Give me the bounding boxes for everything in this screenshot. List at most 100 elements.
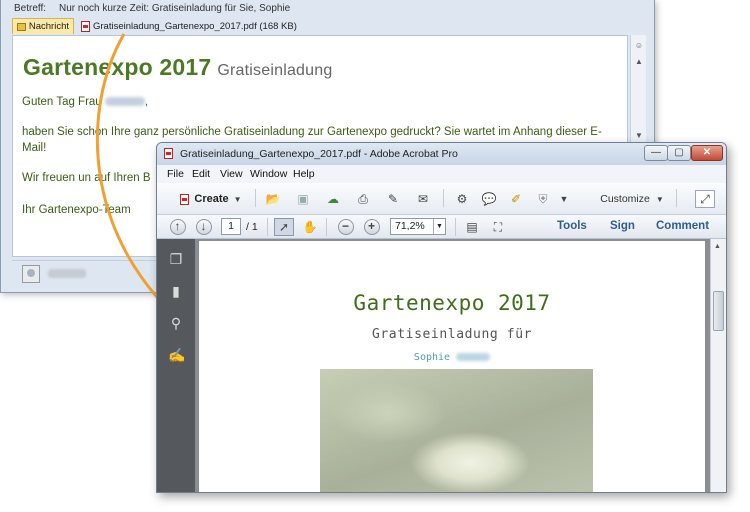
document-subtitle: Gratiseinladung für [371,327,533,342]
zoom-select[interactable]: 71,2% ▼ [390,218,446,235]
create-button[interactable]: Create ▼ [169,190,253,208]
customize-label: Customize [600,193,650,205]
chevron-down-icon: ▼ [233,194,242,204]
fullscreen-expand-icon[interactable]: ⤢ [695,190,715,208]
subject-label: Betreff: [14,3,47,14]
paperclip-icon[interactable]: ⚲ [168,315,184,331]
scroll-down-icon[interactable]: ▼ [634,131,644,141]
menu-view[interactable]: View [220,168,243,180]
document-scrollbar[interactable]: ▲ [710,239,726,492]
chevron-down-icon[interactable]: ▼ [433,219,445,234]
toolbar-separator [676,189,677,207]
hydrangea-photo [320,369,593,492]
avatar[interactable] [22,265,40,283]
menu-help[interactable]: Help [293,168,315,180]
toolbar-separator [455,218,456,236]
paragraph-2-start: Wir freuen un [22,172,92,184]
fit-width-icon[interactable]: ⛶ [488,218,508,236]
toolbar-separator [443,189,444,207]
scrollbar-thumb[interactable] [713,291,724,331]
zoom-out-button[interactable]: − [337,218,354,235]
tab-comment[interactable]: Comment [656,220,709,232]
main-toolbar: Create ▼ 📂 ▣ ☁ ⎙ ✎ ✉ ⚙ 💬 ✐ ⛨ ▼ Customize… [157,183,726,215]
navigation-pane: ❐ ▮ ⚲ ✍ [157,239,195,492]
heading-title: Gartenexpo 2017 [23,54,212,80]
page-total: / 1 [246,221,258,233]
fit-page-icon[interactable]: ▤ [462,218,482,236]
acrobat-window: Gratiseinladung_Gartenexpo_2017.pdf - Ad… [156,142,727,493]
page-number-input[interactable]: 1 [221,218,241,235]
envelope-icon [17,22,26,31]
smiley-icon[interactable]: ☺ [634,41,644,51]
open-folder-icon[interactable]: 📂 [263,190,283,208]
page-thumbnails-icon[interactable]: ❐ [168,251,184,267]
edit-document-icon[interactable]: ✎ [383,190,403,208]
redacted-recipient-surname [456,353,491,361]
maximize-button[interactable]: ▢ [667,145,691,161]
tab-tools[interactable]: Tools [557,220,587,232]
acrobat-title: Gratiseinladung_Gartenexpo_2017.pdf - Ad… [180,148,458,160]
minus-icon: − [337,218,354,235]
create-label: Create [194,193,229,205]
pdf-file-icon [81,20,90,32]
hand-tool-icon[interactable]: ✋ [300,218,320,236]
gear-icon[interactable]: ⚙ [453,190,471,208]
subject-row: Betreff: Nur noch kurze Zeit: Gratiseinl… [1,0,654,17]
signature-icon[interactable]: ✍ [168,347,185,363]
sign-pen-icon[interactable]: ✐ [507,190,525,208]
greeting-line: Guten Tag Frau , [22,94,612,110]
toolbar-separator [267,218,268,236]
greeting-text: Guten Tag Frau [22,96,102,108]
subject-value: Nur noch kurze Zeit: Gratiseinladung für… [59,3,291,14]
tab-message[interactable]: Nachricht [12,18,74,34]
attachment-name: Gratiseinladung_Gartenexpo_2017.pdf (168… [93,20,297,32]
bookmark-icon[interactable]: ▮ [168,283,184,299]
navigation-toolbar: ↑ ↓ 1 / 1 ➚ ✋ − + 71,2% ▼ ▤ ⛶ Tools Sign… [157,215,726,239]
recipient-first-name: Sophie [413,352,451,363]
protect-icon[interactable]: ⛨ [534,190,552,208]
close-button[interactable]: ✕ [691,145,723,161]
next-page-button[interactable]: ↓ [195,218,212,235]
redacted-surname [104,97,145,107]
menu-file[interactable]: File [167,168,184,180]
arrow-down-icon: ↓ [195,218,212,235]
attachment-pdf[interactable]: Gratiseinladung_Gartenexpo_2017.pdf (168… [77,18,301,34]
heading-subtitle: Gratiseinladung [217,62,333,79]
customize-button[interactable]: Customize ▼ [597,190,667,208]
previous-page-button[interactable]: ↑ [169,218,186,235]
tab-message-label: Nachricht [28,21,69,32]
zoom-in-button[interactable]: + [363,218,380,235]
document-area: Gartenexpo 2017 Gratiseinladung für Soph… [195,239,710,492]
print-icon[interactable]: ⎙ [353,190,373,208]
menu-edit[interactable]: Edit [192,168,210,180]
menubar: File Edit View Window Help [157,165,726,183]
acrobat-titlebar[interactable]: Gratiseinladung_Gartenexpo_2017.pdf - Ad… [157,143,726,165]
menu-window[interactable]: Window [250,168,287,180]
minimize-button[interactable]: — [644,145,668,161]
save-icon[interactable]: ▣ [293,190,313,208]
toolbar-separator [255,189,256,207]
message-heading: Gartenexpo 2017 Gratiseinladung [23,54,332,81]
comment-bubble-icon[interactable]: 💬 [480,190,498,208]
scroll-up-icon[interactable]: ▲ [634,57,644,67]
paragraph-2-end: auf Ihren B [94,172,151,184]
redacted-sender-name [48,269,86,278]
tab-sign[interactable]: Sign [610,220,635,232]
scroll-up-icon[interactable]: ▲ [714,243,721,250]
email-icon[interactable]: ✉ [413,190,433,208]
document-recipient: Sophie [199,352,705,363]
chevron-down-icon: ▼ [655,194,664,204]
attachment-row: Nachricht Gratiseinladung_Gartenexpo_201… [1,17,654,35]
toolbar-separator [326,218,327,236]
acrobat-app-icon [164,148,173,159]
arrow-up-icon: ↑ [169,218,186,235]
create-pdf-icon [180,193,190,205]
pdf-page: Gartenexpo 2017 Gratiseinladung für Soph… [199,241,705,492]
greeting-comma: , [144,96,149,108]
select-tool-icon[interactable]: ➚ [274,218,294,236]
cloud-upload-icon[interactable]: ☁ [323,190,343,208]
more-tools-chevron-icon[interactable]: ▼ [558,190,570,208]
zoom-value: 71,2% [395,220,425,232]
document-title: Gartenexpo 2017 [353,291,551,315]
plus-icon: + [363,218,380,235]
